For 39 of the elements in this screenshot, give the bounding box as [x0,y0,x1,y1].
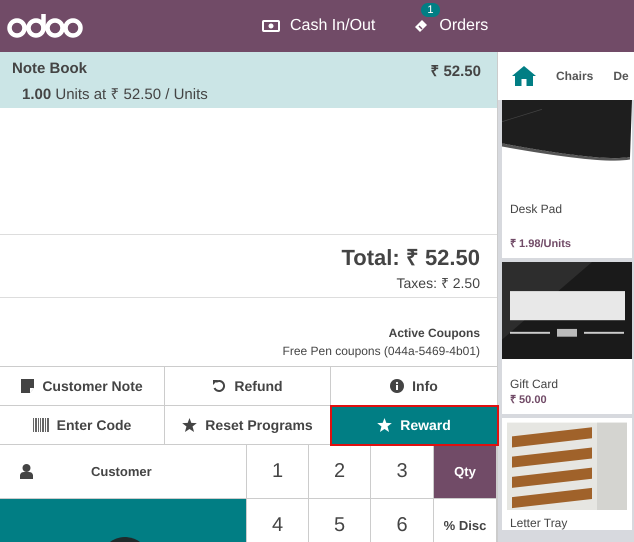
action-button[interactable]: Enter Code [0,406,165,445]
product-name: Desk Pad [510,202,564,216]
barcode-icon [32,418,49,432]
category-tab[interactable]: De [613,69,629,83]
banknote-icon [262,20,280,32]
active-coupons-heading: Active Coupons [388,326,480,340]
action-button[interactable]: Customer Note [0,367,165,406]
line-price: ₹ 52.50 [430,62,481,80]
star-icon [182,418,198,432]
orders-button[interactable]: 1 Orders [409,3,492,39]
product-price: ₹ 50.00 [510,393,548,406]
numpad-key[interactable]: Qty [434,445,497,499]
person-icon [20,464,33,479]
home-icon[interactable] [512,66,536,86]
product-name: Letter Tray [510,516,568,530]
numpad-key[interactable]: 3 [371,445,434,499]
order-taxes: Taxes: ₹ 2.50 [396,274,480,292]
coupon-entry: Free Pen coupons (044a-5469-4b01) [282,344,480,358]
info-icon [390,379,404,393]
category-tab[interactable]: Chairs [556,69,594,83]
product-price: ₹ 1.98/Units [510,237,572,250]
product-card[interactable]: Gift Card ₹ 50.00 [502,262,632,414]
logo-icon [7,13,83,39]
product-card[interactable]: Desk Pad ₹ 1.98/Units [502,100,632,258]
cash-in-out-button[interactable]: Cash In/Out [258,3,380,39]
undo-icon [212,379,226,393]
ticket-icon [413,18,430,34]
order-total: Total: ₹ 52.50 [341,244,480,271]
note-icon [21,379,34,393]
product-name: Note Book [12,60,87,79]
line-unit-detail: Units at ₹ 52.50 / Units [55,86,208,103]
orders-count-badge: 1 [421,3,440,17]
product-name: Gift Card [510,377,560,391]
numpad-key[interactable]: 2 [309,445,371,499]
action-button[interactable]: Reward [331,406,498,445]
line-quantity: 1.00 [22,86,52,103]
star-icon [377,418,392,432]
action-button[interactable]: Refund [165,367,331,406]
numpad-key[interactable]: 1 [247,445,309,499]
